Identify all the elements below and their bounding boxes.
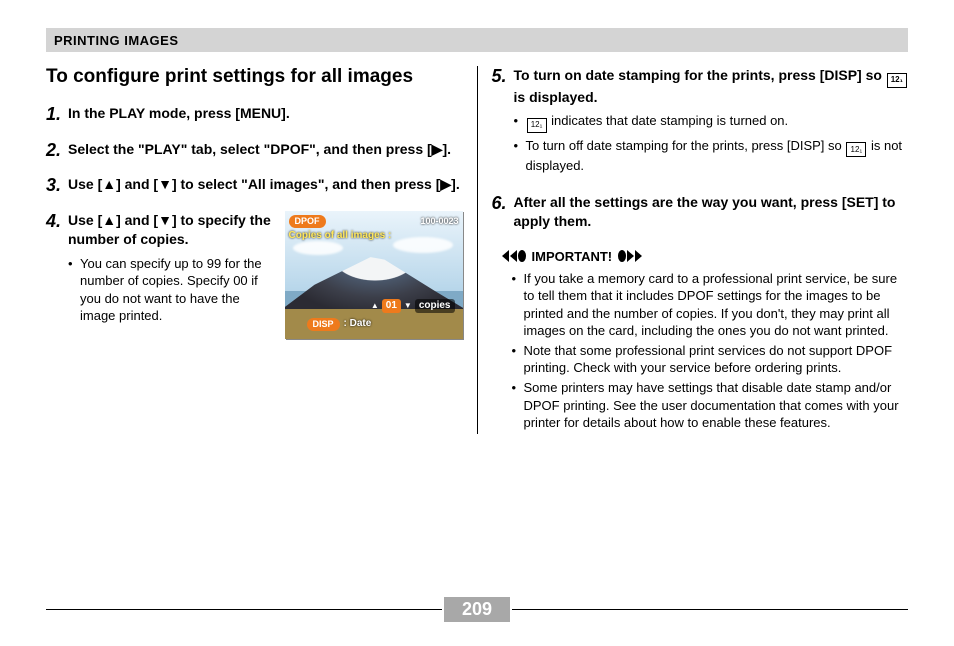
step-text-a: To turn on date stamping for the prints,… [514, 67, 886, 83]
step-number: 3. [46, 175, 68, 197]
footer-rule-right [512, 609, 908, 610]
important-list: If you take a memory card to a professio… [512, 270, 909, 432]
important-item: Some printers may have settings that dis… [512, 379, 909, 432]
lcd-disp-chip: DISP [307, 318, 340, 331]
left-column: To configure print settings for all imag… [46, 66, 477, 434]
step-text: In the PLAY mode, press [MENU]. [68, 104, 463, 126]
lcd-subtitle: Copies of all images : [289, 229, 459, 243]
lcd-copies-label: copies [415, 299, 455, 313]
step-2: 2. Select the "PLAY" tab, select "DPOF",… [46, 140, 463, 162]
footer-rule-left [46, 609, 442, 610]
step-text: Use [▲] and [▼] to select "All images", … [68, 175, 463, 197]
step-1: 1. In the PLAY mode, press [MENU]. [46, 104, 463, 126]
lcd-copies-value: 01 [382, 299, 401, 313]
step-3: 3. Use [▲] and [▼] to select "All images… [46, 175, 463, 197]
page-number: 209 [444, 597, 510, 622]
right-column: 5. To turn on date stamping for the prin… [478, 66, 909, 434]
step-number: 5. [492, 66, 514, 179]
date-stamp-icon: 12₁ [527, 118, 547, 133]
step-number: 6. [492, 193, 514, 231]
step-number: 4. [46, 211, 68, 339]
important-item: Note that some professional print servic… [512, 342, 909, 377]
step-sub1: 12₁ indicates that date stamping is turn… [514, 112, 909, 133]
page-title: To configure print settings for all imag… [46, 66, 463, 88]
important-header: IMPORTANT! [502, 249, 909, 264]
important-label: IMPORTANT! [532, 249, 613, 264]
step-text: After all the settings are the way you w… [514, 193, 909, 231]
step-text: Select the "PLAY" tab, select "DPOF", an… [68, 140, 463, 162]
important-right-icon [618, 250, 642, 262]
page-footer: 209 [46, 597, 908, 622]
lcd-date-label: : Date [344, 317, 372, 331]
date-stamp-icon: 12₁ [887, 73, 907, 88]
camera-lcd-preview: DPOF 100-0023 Copies of all images : ▲ 0… [285, 211, 463, 339]
step-number: 2. [46, 140, 68, 162]
step-sub2: To turn off date stamping for the prints… [514, 137, 909, 175]
important-item: If you take a memory card to a professio… [512, 270, 909, 340]
important-left-icon [502, 250, 526, 262]
step-text-b: is displayed. [514, 89, 598, 105]
step-4: 4. Use [▲] and [▼] to specify the number… [46, 211, 463, 339]
step-text: Use [▲] and [▼] to specify the number of… [68, 211, 275, 249]
step-5: 5. To turn on date stamping for the prin… [492, 66, 909, 179]
step-number: 1. [46, 104, 68, 126]
section-header: PRINTING IMAGES [46, 28, 908, 52]
step-6: 6. After all the settings are the way yo… [492, 193, 909, 231]
lcd-file-number: 100-0023 [420, 215, 458, 228]
date-stamp-icon: 12₁ [846, 142, 866, 157]
lcd-dpof-chip: DPOF [289, 215, 326, 228]
step-subtext: You can specify up to 99 for the number … [68, 255, 275, 325]
